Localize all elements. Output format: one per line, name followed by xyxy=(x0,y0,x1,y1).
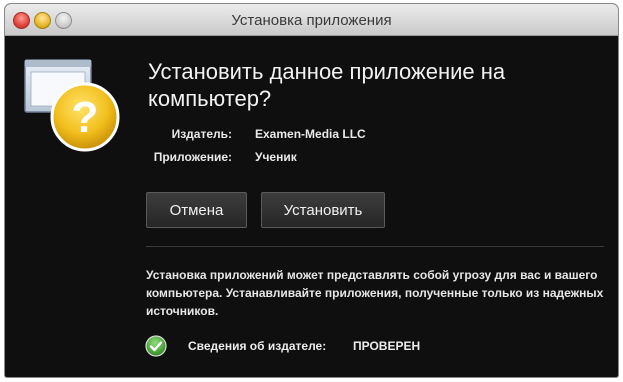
check-circle-icon xyxy=(145,335,167,357)
divider xyxy=(146,246,604,247)
svg-text:?: ? xyxy=(72,93,99,142)
security-warning-text: Установка приложений может представлять … xyxy=(146,268,604,318)
publisher-info-label: Сведения об издателе: xyxy=(188,339,327,353)
title-bar[interactable]: Установка приложения xyxy=(5,4,618,36)
install-question: Установить данное приложение на компьюте… xyxy=(148,59,506,111)
application-value: Ученик xyxy=(255,150,297,164)
application-label: Приложение: xyxy=(153,150,232,164)
publisher-verified-status: ПРОВЕРЕН xyxy=(353,339,421,353)
publisher-label: Издатель: xyxy=(171,127,232,141)
cancel-button[interactable]: Отмена xyxy=(146,192,247,228)
install-button[interactable]: Установить xyxy=(261,192,385,228)
install-dialog-window: Установка приложения ? Установить данное… xyxy=(5,4,618,377)
publisher-value: Examen-Media LLC xyxy=(255,127,366,141)
window-title: Установка приложения xyxy=(231,12,392,29)
